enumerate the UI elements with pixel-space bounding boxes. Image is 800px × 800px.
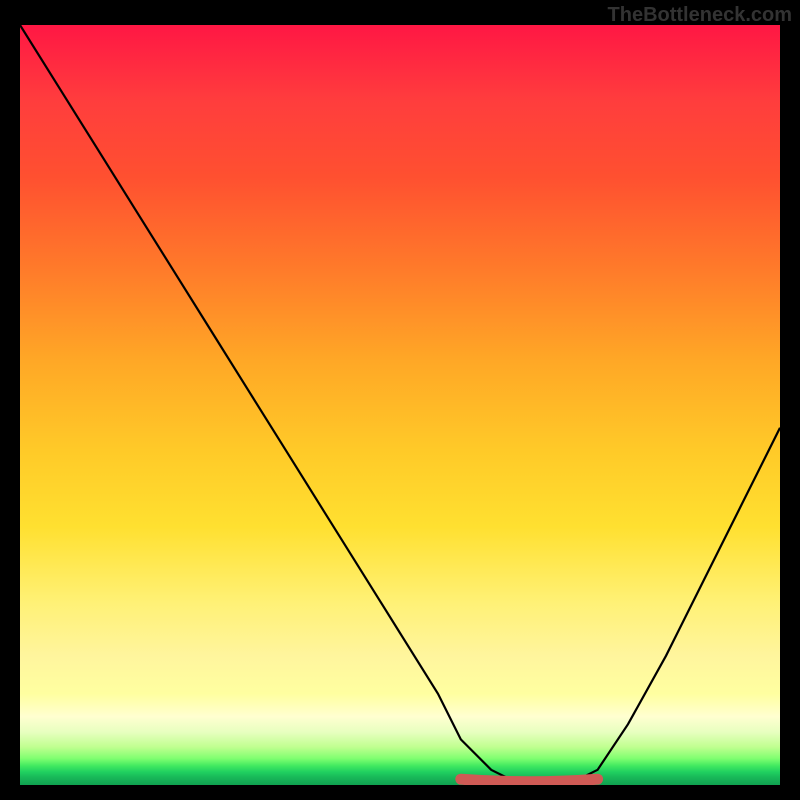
plot-area [20,25,780,785]
attribution-label: TheBottleneck.com [608,4,792,27]
bottleneck-curve-line [20,25,780,781]
chart-container: TheBottleneck.com [0,0,800,800]
chart-svg [20,25,780,785]
marker-band [461,779,598,782]
